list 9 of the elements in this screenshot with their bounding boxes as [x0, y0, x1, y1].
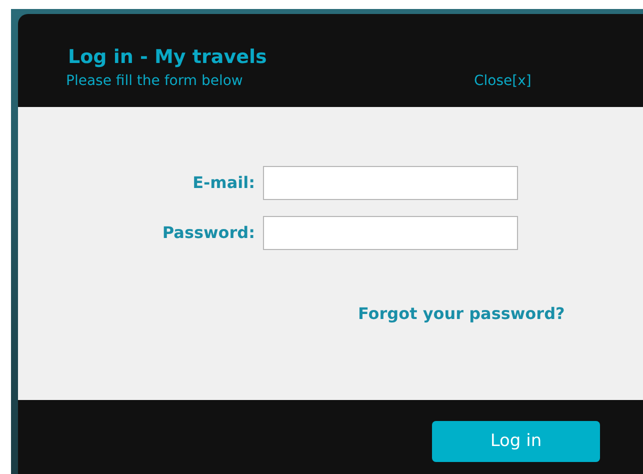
dialog-subtitle: Please fill the form below — [66, 72, 243, 91]
email-field[interactable] — [263, 166, 518, 200]
forgot-password-link[interactable]: Forgot your password? — [358, 302, 565, 326]
dialog-title: Log in - My travels — [68, 45, 267, 70]
login-button[interactable]: Log in — [432, 421, 600, 462]
close-link[interactable]: Close[x] — [474, 71, 532, 92]
field-label: E-mail: — [192, 172, 255, 194]
password-field[interactable] — [263, 216, 518, 250]
field-label: Password: — [161, 222, 255, 244]
